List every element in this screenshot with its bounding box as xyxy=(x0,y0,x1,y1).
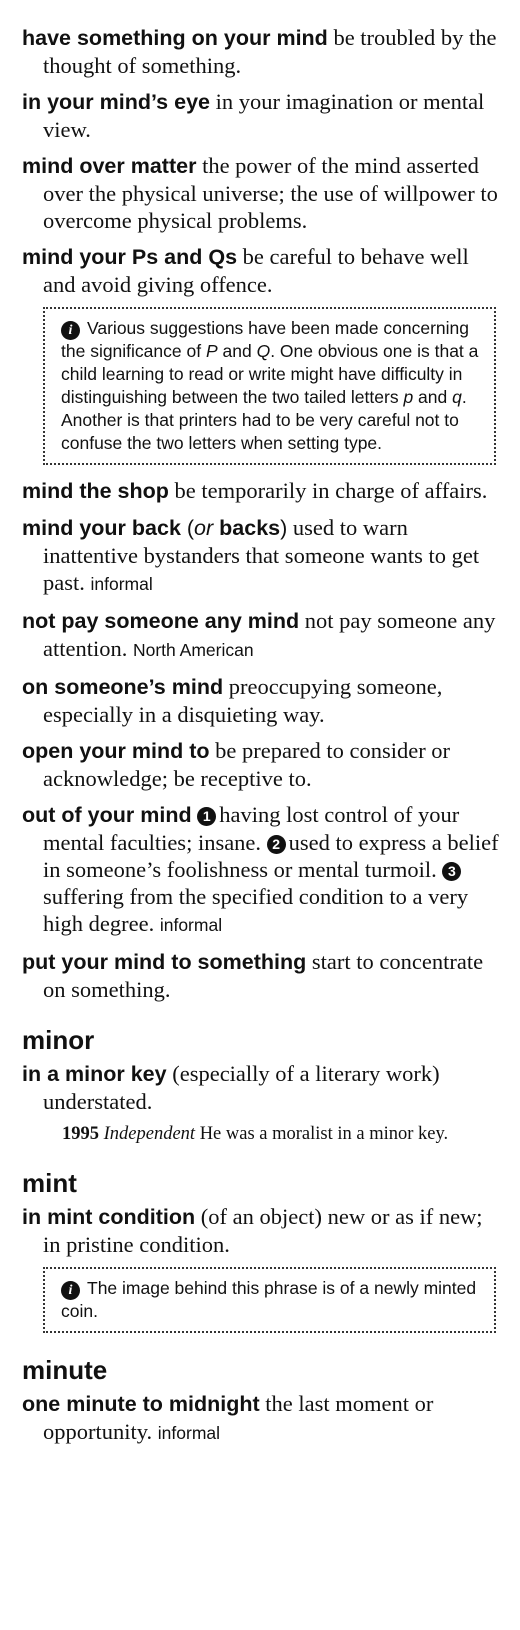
entry-one-minute-to-midnight: one minute to midnight the last moment o… xyxy=(22,1390,502,1447)
entry-phrase-part: mind your back xyxy=(22,516,181,540)
sense-number-3: 3 xyxy=(442,862,462,881)
entry-phrase-paren: ( xyxy=(180,516,195,540)
entry-not-pay-someone-any-mind: not pay someone any mind not pay someone… xyxy=(22,607,502,664)
entry-mind-your-ps-and-qs: mind your Ps and Qs be careful to behave… xyxy=(22,243,502,298)
note-letter-q-lower: q xyxy=(452,387,462,407)
headword-minor: minor xyxy=(22,1025,95,1055)
entry-phrase: mind your back (or backs) xyxy=(22,516,287,540)
entry-have-something-on-your-mind: have something on your mind be troubled … xyxy=(22,24,502,79)
entry-phrase: on someone’s mind xyxy=(22,675,224,699)
region-label: North American xyxy=(132,640,254,660)
entry-phrase-or: or xyxy=(194,516,214,540)
quote-text: He was a moralist in a minor key. xyxy=(199,1124,449,1144)
note-text: and xyxy=(413,387,453,407)
sense-number-1: 1 xyxy=(197,807,217,826)
entry-phrase: not pay someone any mind xyxy=(22,609,300,633)
sense-3: suffering from the specified condition t… xyxy=(43,884,469,936)
info-icon: i xyxy=(61,1281,80,1300)
headword-minute: minute xyxy=(22,1355,108,1385)
note-text: The image behind this phrase is of a new… xyxy=(61,1278,477,1321)
note-letter-p-lower: p xyxy=(403,387,414,407)
entry-in-your-minds-eye: in your mind’s eye in your imagination o… xyxy=(22,88,502,143)
entry-mind-over-matter: mind over matter the power of the mind a… xyxy=(22,152,502,234)
entry-phrase-paren: ) xyxy=(280,516,288,540)
dictionary-page: have something on your mind be troubled … xyxy=(0,0,520,1447)
entry-phrase: in your mind’s eye xyxy=(22,90,210,114)
entry-phrase-part: backs xyxy=(213,516,281,540)
quote-year: 1995 xyxy=(62,1124,99,1144)
entry-mind-your-back: mind your back (or backs) used to warn i… xyxy=(22,514,502,598)
entry-in-a-minor-key: in a minor key (especially of a literary… xyxy=(22,1060,502,1115)
entry-definition: be temporarily in charge of affairs. xyxy=(174,478,488,503)
headword-mint: mint xyxy=(22,1168,77,1198)
sense-number-2: 2 xyxy=(266,835,286,854)
quote-source: Independent xyxy=(103,1124,196,1144)
register-label: informal xyxy=(90,574,153,594)
entry-in-mint-condition: in mint condition (of an object) new or … xyxy=(22,1203,502,1258)
entry-phrase: one minute to midnight xyxy=(22,1392,260,1416)
entry-phrase: put your mind to something xyxy=(22,950,307,974)
entry-phrase: in mint condition xyxy=(22,1205,196,1229)
register-label: informal xyxy=(159,915,223,935)
citation-quote: 1995 Independent He was a moralist in a … xyxy=(22,1122,502,1146)
usage-note-ps-and-qs: i Various suggestions have been made conc… xyxy=(43,307,496,465)
note-letter-p: P xyxy=(205,341,218,361)
entry-phrase: mind your Ps and Qs xyxy=(22,245,238,269)
entry-on-someones-mind: on someone’s mind preoccupying someone, … xyxy=(22,673,502,728)
register-label: informal xyxy=(157,1423,221,1443)
entry-phrase: mind over matter xyxy=(22,154,197,178)
entry-phrase: out of your mind xyxy=(22,803,192,827)
entry-phrase: in a minor key xyxy=(22,1062,167,1086)
entry-out-of-your-mind: out of your mind 1 having lost control of… xyxy=(22,801,502,939)
entry-phrase: have something on your mind xyxy=(22,26,328,50)
entry-open-your-mind-to: open your mind to be prepared to conside… xyxy=(22,737,502,792)
note-text: and xyxy=(217,341,257,361)
note-letter-q: Q xyxy=(256,341,271,361)
usage-note-mint: i The image behind this phrase is of a ne… xyxy=(43,1267,496,1333)
info-icon: i xyxy=(61,321,80,340)
entry-mind-the-shop: mind the shop be temporarily in charge o… xyxy=(22,477,502,505)
entry-phrase: mind the shop xyxy=(22,479,169,503)
entry-phrase: open your mind to xyxy=(22,739,210,763)
entry-put-your-mind-to-something: put your mind to something start to conc… xyxy=(22,948,502,1003)
